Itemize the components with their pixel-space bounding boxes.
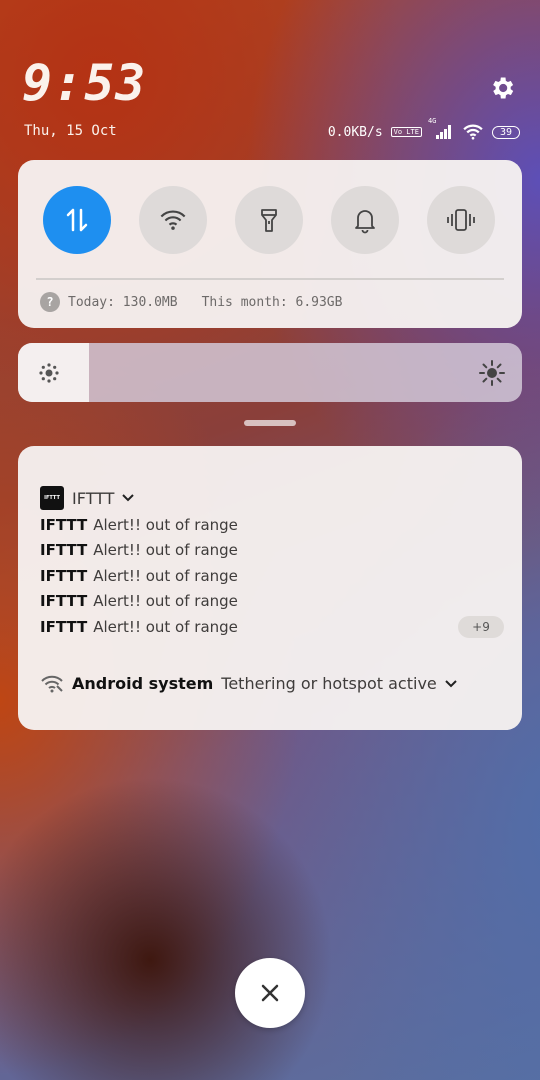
flashlight-icon bbox=[261, 209, 277, 232]
signal-icon: 4G bbox=[428, 117, 454, 139]
usage-today: Today: 130.0MB bbox=[68, 294, 178, 310]
system-app-name: Android system bbox=[72, 674, 214, 693]
vibrate-toggle[interactable] bbox=[427, 186, 495, 254]
message-text: Alert!! out of range bbox=[93, 566, 238, 585]
bell-icon bbox=[355, 210, 375, 234]
network-speed: 0.0KB/s bbox=[327, 124, 383, 140]
battery-indicator: 39 bbox=[491, 125, 520, 139]
message-title: IFTTT bbox=[40, 515, 88, 534]
hotspot-icon bbox=[41, 675, 63, 692]
notification-list: IFTTT Alert!! out of range IFTTT Alert!! o… bbox=[40, 512, 238, 640]
quick-settings-panel: ? Today: 130.0MB This month: 6.93GB bbox=[18, 160, 522, 328]
message-title: IFTTT bbox=[40, 566, 88, 585]
close-icon bbox=[261, 984, 279, 1002]
status-bar: 0.0KB/s Vo LTE 4G 39 bbox=[327, 117, 520, 142]
app-name: IFTTT bbox=[72, 488, 115, 508]
system-text: Tethering or hotspot active bbox=[221, 674, 437, 693]
message-text: Alert!! out of range bbox=[93, 515, 238, 534]
more-count-badge[interactable]: +9 bbox=[458, 616, 504, 638]
brightness-high-icon bbox=[479, 360, 505, 386]
data-usage[interactable]: ? Today: 130.0MB This month: 6.93GB bbox=[40, 292, 342, 312]
message-text: Alert!! out of range bbox=[93, 592, 238, 611]
system-notification[interactable]: Android system Tethering or hotspot acti… bbox=[40, 674, 457, 693]
gear-icon[interactable] bbox=[488, 74, 516, 102]
wifi-toggle[interactable] bbox=[139, 186, 207, 254]
clock: 9:53 bbox=[22, 54, 147, 112]
usage-month: This month: 6.93GB bbox=[201, 294, 343, 310]
clear-all-button[interactable] bbox=[235, 958, 305, 1028]
chevron-down-icon[interactable] bbox=[122, 494, 135, 502]
date: Thu, 15 Oct bbox=[24, 123, 117, 139]
wifi-icon bbox=[160, 210, 186, 230]
data-arrows-icon bbox=[66, 208, 88, 232]
wifi-status-icon bbox=[463, 124, 483, 140]
divider bbox=[36, 278, 504, 280]
message-text: Alert!! out of range bbox=[93, 541, 238, 560]
sound-toggle[interactable] bbox=[331, 186, 399, 254]
ifttt-app-icon: IFTTT bbox=[40, 486, 64, 510]
network-type: 4G bbox=[427, 117, 437, 125]
drag-handle[interactable] bbox=[244, 420, 296, 426]
chevron-down-icon[interactable] bbox=[445, 679, 457, 688]
list-item[interactable]: IFTTT Alert!! out of range bbox=[40, 538, 238, 564]
brightness-slider[interactable] bbox=[18, 343, 522, 402]
vibrate-icon bbox=[447, 209, 475, 231]
brightness-low-icon bbox=[39, 363, 59, 383]
help-icon: ? bbox=[40, 292, 60, 312]
list-item[interactable]: IFTTT Alert!! out of range bbox=[40, 563, 238, 589]
message-title: IFTTT bbox=[40, 541, 88, 560]
list-item[interactable]: IFTTT Alert!! out of range bbox=[40, 589, 238, 615]
message-text: Alert!! out of range bbox=[93, 617, 238, 636]
notification-card[interactable]: IFTTT IFTTT IFTTT Alert!! out of range IF… bbox=[18, 446, 522, 730]
volte-badge: Vo LTE bbox=[390, 127, 422, 137]
mobile-data-toggle[interactable] bbox=[43, 186, 111, 254]
flashlight-toggle[interactable] bbox=[235, 186, 303, 254]
list-item[interactable]: IFTTT Alert!! out of range bbox=[40, 614, 238, 640]
list-item[interactable]: IFTTT Alert!! out of range bbox=[40, 512, 238, 538]
message-title: IFTTT bbox=[40, 617, 88, 636]
notification-header[interactable]: IFTTT IFTTT bbox=[40, 486, 135, 510]
message-title: IFTTT bbox=[40, 592, 88, 611]
